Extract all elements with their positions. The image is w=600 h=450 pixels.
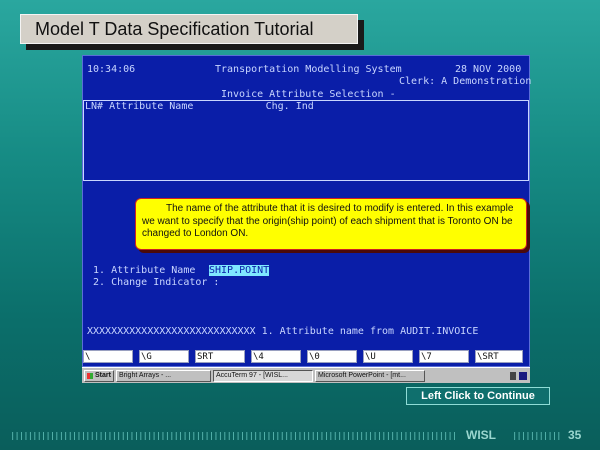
function-key-bar: \ \G SRT \4 \0 \U \7 \SRT xyxy=(83,350,529,365)
taskbar-item-label: Bright Arrays - ... xyxy=(119,372,172,379)
terminal-status-line: XXXXXXXXXXXXXXXXXXXXXXXXXXXX 1. Attribut… xyxy=(87,326,479,337)
taskbar-item-label: AccuTerm 97 - [WISL... xyxy=(216,372,288,379)
terminal-window[interactable]: 10:34:06 Transportation Modelling System… xyxy=(82,55,532,367)
field-attribute-name-label: 1. Attribute Name : xyxy=(87,265,226,276)
footer-decoration-left: ||||||||||||||||||||||||||||||||||||||||… xyxy=(10,432,458,440)
network-icon xyxy=(519,371,527,380)
footer-org: WISL xyxy=(466,428,496,442)
start-label: Start xyxy=(95,372,111,379)
fkey-8[interactable]: \SRT xyxy=(475,350,523,363)
slide-title: Model T Data Specification Tutorial xyxy=(20,14,358,44)
attribute-list-box xyxy=(83,100,529,181)
terminal-screen-title: Invoice Attribute Selection - xyxy=(221,89,396,100)
taskbar-item-powerpoint[interactable]: Microsoft PowerPoint - [mt... xyxy=(315,369,425,382)
fkey-7[interactable]: \7 xyxy=(419,350,469,363)
continue-label: Left Click to Continue xyxy=(421,390,535,402)
windows-taskbar: Start Bright Arrays - ... AccuTerm 97 - … xyxy=(82,367,530,383)
explanation-callout: The name of the attribute that it is des… xyxy=(135,198,527,250)
terminal-system-name: Transportation Modelling System xyxy=(215,64,402,75)
fkey-2[interactable]: \G xyxy=(139,350,189,363)
fkey-1[interactable]: \ xyxy=(83,350,133,363)
terminal-time: 10:34:06 xyxy=(87,64,136,75)
taskbar-item-label: Microsoft PowerPoint - [mt... xyxy=(318,372,406,379)
explanation-text: The name of the attribute that it is des… xyxy=(142,203,514,239)
terminal-date: 28 NOV 2000 xyxy=(455,64,522,75)
fkey-5[interactable]: \0 xyxy=(307,350,357,363)
field-change-indicator-label: 2. Change Indicator : xyxy=(87,277,220,288)
terminal-clerk: Clerk: A Demonstration xyxy=(399,76,532,87)
fkey-6[interactable]: \U xyxy=(363,350,413,363)
page-number: 35 xyxy=(568,428,582,442)
attribute-list-header: LN# Attribute Name Chg. Ind xyxy=(85,101,314,112)
slide-title-text: Model T Data Specification Tutorial xyxy=(35,18,314,39)
fkey-3[interactable]: SRT xyxy=(195,350,245,363)
taskbar-item-1[interactable]: Bright Arrays - ... xyxy=(116,369,211,382)
taskbar-item-accuterm[interactable]: AccuTerm 97 - [WISL... xyxy=(213,369,313,382)
windows-logo-icon xyxy=(87,372,93,379)
continue-button[interactable]: Left Click to Continue xyxy=(406,387,550,405)
attribute-name-input[interactable]: SHIP.POINT xyxy=(209,265,270,276)
speaker-icon xyxy=(510,371,516,380)
footer-decoration-right: |||||||||||||| xyxy=(512,432,560,440)
start-button[interactable]: Start xyxy=(84,369,114,382)
system-tray xyxy=(510,371,527,380)
fkey-4[interactable]: \4 xyxy=(251,350,301,363)
